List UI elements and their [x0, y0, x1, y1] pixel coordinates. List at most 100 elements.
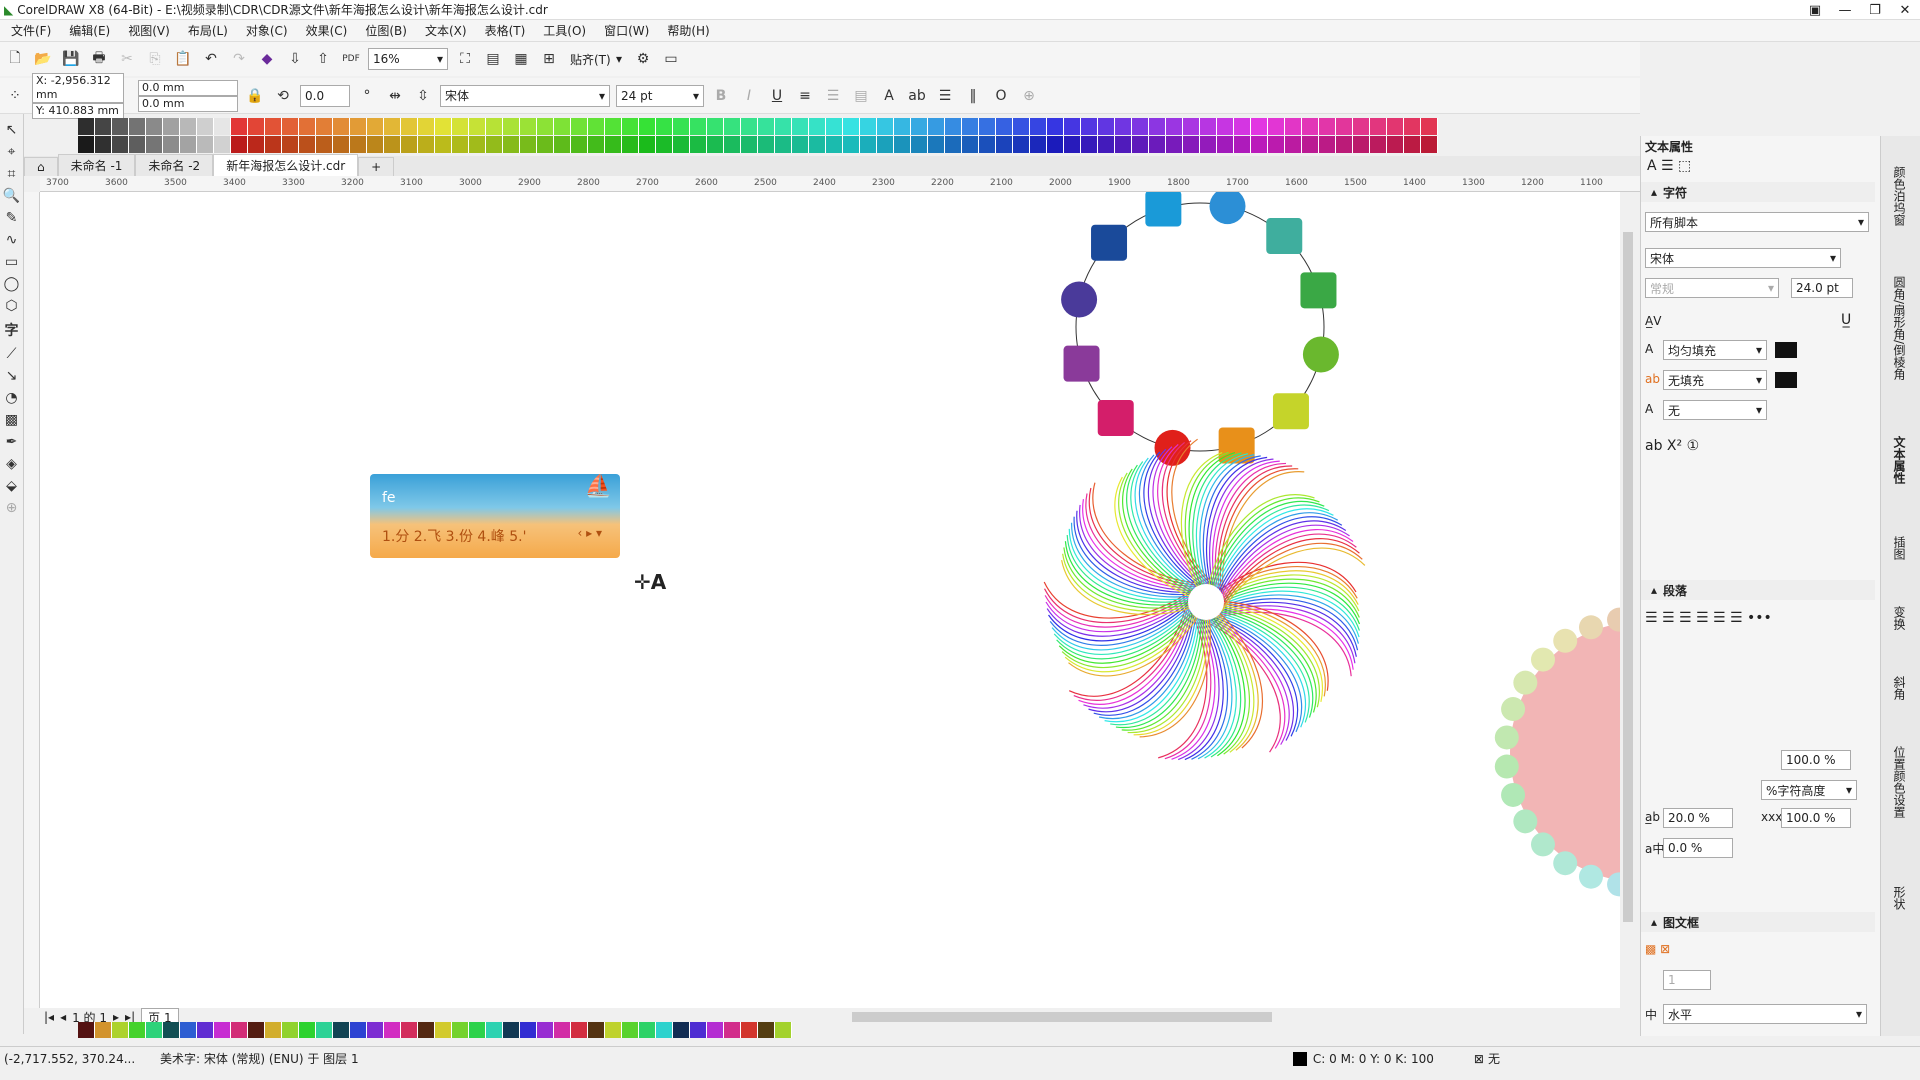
palette-swatch[interactable] [1098, 118, 1115, 135]
palette-swatch[interactable] [1166, 136, 1183, 153]
rotation-angle-field[interactable]: 0.0 [300, 84, 350, 107]
palette-swatch[interactable] [1336, 136, 1353, 153]
redo-icon[interactable]: ↷ [228, 48, 250, 70]
palette-swatch[interactable] [1132, 136, 1149, 153]
palette-swatch[interactable] [639, 136, 656, 153]
lock-ratio-icon[interactable]: 🔒 [244, 85, 266, 107]
prev-page-icon[interactable]: ◂ [60, 1010, 66, 1024]
palette-swatch[interactable] [894, 136, 911, 153]
palette-swatch[interactable] [486, 136, 503, 153]
document-palette-swatch[interactable] [333, 1022, 350, 1038]
palette-swatch[interactable] [792, 118, 809, 135]
columns-field[interactable]: 1 [1663, 970, 1711, 990]
interactive-fill-icon[interactable]: ◈ [6, 456, 17, 472]
palette-swatch[interactable] [1047, 118, 1064, 135]
palette-swatch[interactable] [503, 136, 520, 153]
palette-swatch[interactable] [1013, 136, 1030, 153]
transparency-tool-icon[interactable]: ▩ [5, 412, 18, 428]
palette-swatch[interactable] [350, 136, 367, 153]
palette-swatch[interactable] [214, 118, 231, 135]
palette-swatch[interactable] [316, 136, 333, 153]
close-button[interactable]: ✕ [1890, 0, 1920, 20]
side-tab-fillet[interactable]: 圆角/扇形角/倒棱角 [1891, 276, 1908, 380]
ime-candidate-list[interactable]: 1.分 2.飞 3.份 4.峰 5.' [382, 526, 526, 546]
palette-swatch[interactable] [129, 136, 146, 153]
side-tab-text-properties[interactable]: 文本属性 [1891, 436, 1908, 484]
first-page-icon[interactable]: |◂ [44, 1010, 54, 1024]
palette-swatch[interactable] [894, 118, 911, 135]
publish-pdf-icon[interactable]: PDF [340, 48, 362, 70]
palette-swatch[interactable] [996, 118, 1013, 135]
character-icon[interactable]: A ☰ ⬚ [1647, 158, 1691, 174]
palette-swatch[interactable] [248, 118, 265, 135]
document-palette-swatch[interactable] [605, 1022, 622, 1038]
palette-swatch[interactable] [95, 118, 112, 135]
palette-swatch[interactable] [1251, 118, 1268, 135]
drawing-canvas[interactable]: ⛵ fe 1.分 2.飞 3.份 4.峰 5.' ‹ ▸ ▾ ✛A [40, 192, 1620, 1008]
palette-swatch[interactable] [656, 136, 673, 153]
palette-swatch[interactable] [1370, 118, 1387, 135]
palette-swatch[interactable] [1285, 118, 1302, 135]
palette-swatch[interactable] [1149, 136, 1166, 153]
palette-swatch[interactable] [1030, 118, 1047, 135]
palette-swatch[interactable] [1166, 118, 1183, 135]
alignment-icons[interactable]: ☰ ☰ ☰ ☰ ☰ ☰ ••• [1645, 610, 1772, 626]
palette-swatch[interactable] [1268, 136, 1285, 153]
palette-swatch[interactable] [724, 118, 741, 135]
palette-swatch[interactable] [367, 136, 384, 153]
palette-swatch[interactable] [197, 136, 214, 153]
palette-swatch[interactable] [452, 136, 469, 153]
palette-swatch[interactable] [673, 136, 690, 153]
palette-swatch[interactable] [231, 118, 248, 135]
y-position-field[interactable]: Y: 410.883 mm [32, 102, 124, 119]
palette-swatch[interactable] [180, 136, 197, 153]
document-palette-swatch[interactable] [622, 1022, 639, 1038]
snap-to-dropdown[interactable]: 贴齐(T) ▾ [566, 48, 626, 70]
palette-swatch[interactable] [265, 136, 282, 153]
palette-swatch[interactable] [95, 136, 112, 153]
palette-swatch[interactable] [1251, 136, 1268, 153]
palette-swatch[interactable] [877, 118, 894, 135]
font-select[interactable]: 宋体 ▾ [1645, 248, 1841, 268]
text-tool-icon[interactable]: 字 [5, 320, 19, 340]
palette-swatch[interactable] [1030, 136, 1047, 153]
document-palette-swatch[interactable] [588, 1022, 605, 1038]
pick-tool-icon[interactable]: ↖ [6, 122, 18, 138]
palette-swatch[interactable] [1200, 118, 1217, 135]
palette-swatch[interactable] [860, 118, 877, 135]
palette-swatch[interactable] [78, 118, 95, 135]
typography-icons[interactable]: ab X² ① [1645, 438, 1699, 454]
palette-swatch[interactable] [758, 118, 775, 135]
palette-swatch[interactable] [1183, 136, 1200, 153]
palette-swatch[interactable] [180, 118, 197, 135]
document-palette-swatch[interactable] [554, 1022, 571, 1038]
palette-swatch[interactable] [537, 136, 554, 153]
document-palette-swatch[interactable] [401, 1022, 418, 1038]
palette-swatch[interactable] [282, 118, 299, 135]
panel-font-size-field[interactable]: 24.0 pt [1791, 278, 1853, 298]
add-icon[interactable]: ⊕ [1018, 85, 1040, 107]
palette-swatch[interactable] [163, 136, 180, 153]
connector-tool-icon[interactable]: ↘ [6, 368, 18, 384]
palette-swatch[interactable] [792, 136, 809, 153]
palette-swatch[interactable] [707, 118, 724, 135]
palette-swatch[interactable] [367, 118, 384, 135]
menu-text[interactable]: 文本(X) [416, 22, 476, 39]
palette-swatch[interactable] [282, 136, 299, 153]
palette-swatch[interactable] [537, 118, 554, 135]
background-color-swatch[interactable] [1775, 372, 1797, 388]
text-properties-icon[interactable]: A [878, 85, 900, 107]
underline-icon[interactable]: U [766, 85, 788, 107]
palette-swatch[interactable] [1234, 136, 1251, 153]
palette-swatch[interactable] [265, 118, 282, 135]
rulers-icon[interactable]: ▤ [482, 48, 504, 70]
import-icon[interactable]: ⇩ [284, 48, 306, 70]
tab-untitled-2[interactable]: 未命名 -2 [135, 154, 214, 176]
palette-swatch[interactable] [1115, 118, 1132, 135]
interactive-opentype-icon[interactable]: O [990, 85, 1012, 107]
palette-swatch[interactable] [758, 136, 775, 153]
palette-swatch[interactable] [1370, 136, 1387, 153]
side-tab-illustration[interactable]: 插图 [1891, 536, 1908, 560]
ime-candidate-window[interactable]: ⛵ fe 1.分 2.飞 3.份 4.峰 5.' ‹ ▸ ▾ [370, 474, 620, 558]
palette-swatch[interactable] [809, 136, 826, 153]
